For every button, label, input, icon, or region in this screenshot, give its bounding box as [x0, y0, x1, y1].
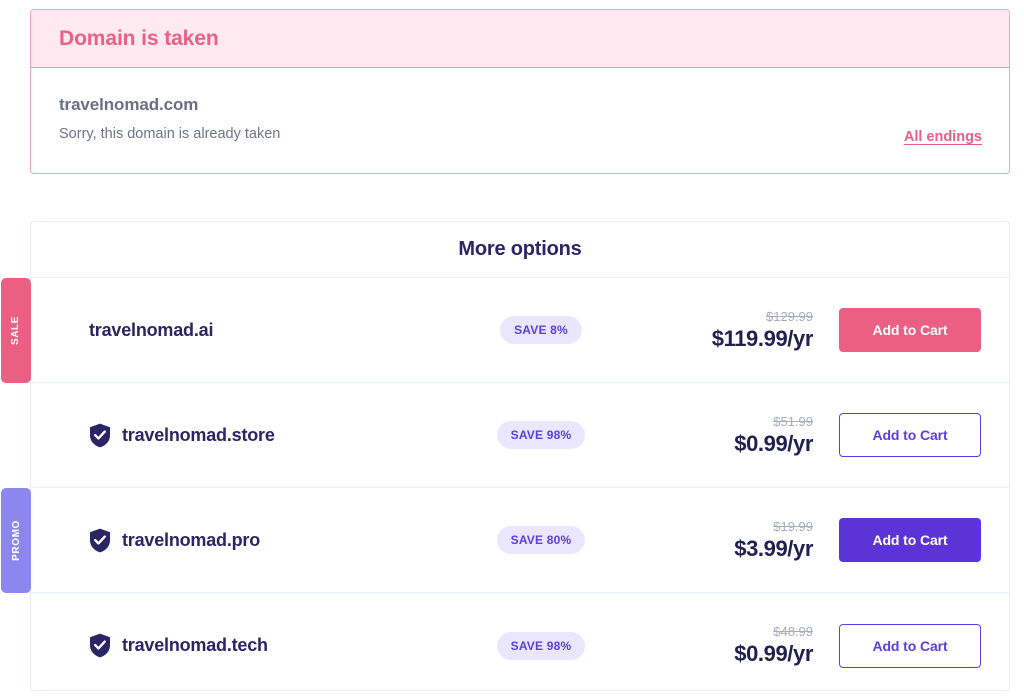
- price-cell: $51.99 $0.99/yr: [621, 414, 839, 457]
- old-price: $129.99: [766, 309, 813, 324]
- all-endings-link[interactable]: All endings: [904, 129, 982, 145]
- shield-check-icon: [89, 633, 111, 658]
- more-options-title: More options: [458, 238, 581, 261]
- price-cell: $19.99 $3.99/yr: [621, 519, 839, 562]
- domain-option-row-store[interactable]: travelnomad.store SAVE 98% $51.99 $0.99/…: [31, 383, 1009, 488]
- add-to-cart-button[interactable]: Add to Cart: [839, 624, 981, 668]
- domain-search-results-page: Domain is taken travelnomad.com Sorry, t…: [0, 0, 1024, 700]
- domain-option-name: travelnomad.ai: [89, 320, 213, 341]
- save-cell: SAVE 80%: [461, 526, 621, 554]
- alert-title: Domain is taken: [59, 27, 219, 51]
- alert-body: travelnomad.com Sorry, this domain is al…: [31, 68, 1009, 174]
- save-badge: SAVE 98%: [497, 421, 586, 449]
- row-corner-badge: SALE: [1, 278, 31, 383]
- cart-cell: Add to Cart: [839, 518, 1009, 562]
- domain-cell: travelnomad.pro: [31, 528, 461, 553]
- row-corner-badge: PROMO: [1, 488, 31, 593]
- price-cell: $129.99 $119.99/yr: [621, 309, 839, 352]
- add-to-cart-button[interactable]: Add to Cart: [839, 518, 981, 562]
- domain-option-row-ai[interactable]: SALE travelnomad.ai SAVE 8% $129.99 $119…: [31, 278, 1009, 383]
- save-badge: SAVE 8%: [500, 316, 582, 344]
- more-options-header: More options: [31, 222, 1009, 278]
- alert-header: Domain is taken: [31, 10, 1009, 68]
- more-options-card: More options SALE travelnomad.ai SAVE 8%…: [30, 221, 1010, 691]
- cart-cell: Add to Cart: [839, 308, 1009, 352]
- domain-option-name: travelnomad.pro: [122, 530, 260, 551]
- domain-option-name: travelnomad.tech: [122, 635, 268, 656]
- domain-option-row-tech[interactable]: travelnomad.tech SAVE 98% $48.99 $0.99/y…: [31, 593, 1009, 698]
- domain-option-name: travelnomad.store: [122, 425, 275, 446]
- shield-check-icon: [89, 528, 111, 553]
- price-cell: $48.99 $0.99/yr: [621, 624, 839, 667]
- add-to-cart-button[interactable]: Add to Cart: [839, 308, 981, 352]
- new-price: $0.99/yr: [734, 431, 813, 457]
- save-badge: SAVE 80%: [497, 526, 586, 554]
- old-price: $48.99: [773, 624, 813, 639]
- new-price: $0.99/yr: [734, 641, 813, 667]
- old-price: $51.99: [773, 414, 813, 429]
- domain-taken-alert-card: Domain is taken travelnomad.com Sorry, t…: [30, 9, 1010, 174]
- row-corner-badge-label: SALE: [10, 316, 21, 345]
- domain-options-list: SALE travelnomad.ai SAVE 8% $129.99 $119…: [31, 278, 1009, 698]
- old-price: $19.99: [773, 519, 813, 534]
- cart-cell: Add to Cart: [839, 624, 1009, 668]
- domain-cell: travelnomad.store: [31, 423, 461, 448]
- save-cell: SAVE 98%: [461, 632, 621, 660]
- add-to-cart-button[interactable]: Add to Cart: [839, 413, 981, 457]
- save-badge: SAVE 98%: [497, 632, 586, 660]
- new-price: $3.99/yr: [734, 536, 813, 562]
- domain-cell: travelnomad.tech: [31, 633, 461, 658]
- domain-cell: travelnomad.ai: [31, 320, 461, 341]
- domain-option-row-pro[interactable]: PROMO travelnomad.pro SAVE 80% $19.99 $3…: [31, 488, 1009, 593]
- alert-message: Sorry, this domain is already taken: [59, 126, 981, 142]
- save-cell: SAVE 8%: [461, 316, 621, 344]
- new-price: $119.99/yr: [712, 326, 813, 352]
- row-corner-badge-label: PROMO: [11, 520, 22, 561]
- searched-domain-name: travelnomad.com: [59, 95, 981, 115]
- save-cell: SAVE 98%: [461, 421, 621, 449]
- shield-check-icon: [89, 423, 111, 448]
- cart-cell: Add to Cart: [839, 413, 1009, 457]
